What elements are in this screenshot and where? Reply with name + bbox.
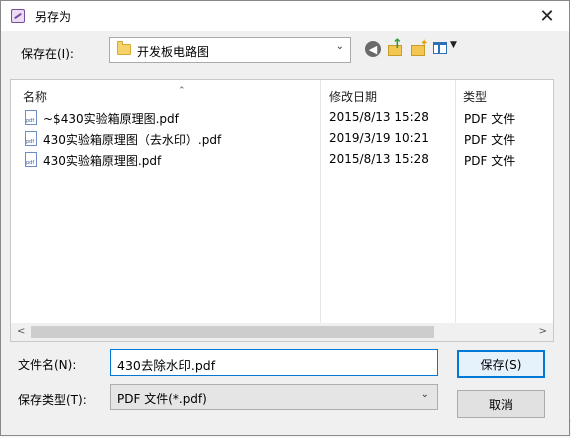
- sort-ascending-icon: ⌃: [178, 86, 186, 96]
- dialog-title: 另存为: [35, 10, 72, 24]
- title-bar[interactable]: 另存为 ✕: [1, 1, 569, 31]
- up-arrow-icon: ↑: [392, 37, 403, 52]
- save-in-combo[interactable]: 开发板电路图 ⌄: [109, 37, 351, 63]
- pdf-file-icon: [25, 110, 37, 125]
- back-icon: ◀: [368, 42, 378, 56]
- column-header-name[interactable]: 名称 ⌃: [23, 86, 186, 105]
- scrollbar-thumb[interactable]: [31, 326, 434, 338]
- folder-icon: [117, 41, 131, 55]
- new-folder-button[interactable]: ✦: [410, 38, 429, 58]
- horizontal-scrollbar[interactable]: < >: [11, 323, 553, 341]
- filename-input[interactable]: 430去除水印.pdf: [110, 349, 438, 376]
- file-modified: 2015/8/13 15:28: [329, 152, 429, 166]
- view-menu-icon: [433, 42, 447, 54]
- save-in-label: 保存在(I):: [21, 47, 74, 61]
- close-icon: ✕: [539, 5, 555, 27]
- file-modified: 2019/3/19 10:21: [329, 131, 429, 145]
- file-row[interactable]: 430实验箱原理图.pdf 2015/8/13 15:28 PDF 文件: [23, 150, 543, 170]
- chevron-down-icon: ⌄: [420, 389, 429, 400]
- file-row[interactable]: 430实验箱原理图（去水印）.pdf 2019/3/19 10:21 PDF 文…: [23, 129, 543, 149]
- file-name: 430实验箱原理图（去水印）.pdf: [43, 133, 222, 147]
- scroll-right-icon[interactable]: >: [539, 326, 547, 337]
- file-type: PDF 文件: [464, 112, 516, 126]
- view-menu-button[interactable]: ▼: [433, 40, 461, 58]
- save-in-value: 开发板电路图: [137, 45, 210, 59]
- file-modified: 2015/8/13 15:28: [329, 110, 429, 124]
- file-list[interactable]: 名称 ⌃ 修改日期 类型 ~$430实验箱原理图.pdf 2015/8/13 1…: [10, 79, 554, 342]
- cancel-button[interactable]: 取消: [457, 390, 545, 418]
- filetype-select[interactable]: PDF 文件(*.pdf) ⌄: [110, 384, 438, 410]
- view-dropdown-icon: ▼: [450, 40, 457, 50]
- up-folder-button[interactable]: ↑: [387, 37, 405, 58]
- chevron-down-icon: ⌄: [335, 41, 344, 52]
- column-header-modified[interactable]: 修改日期: [329, 88, 377, 105]
- filetype-value: PDF 文件(*.pdf): [117, 392, 207, 406]
- file-name: ~$430实验箱原理图.pdf: [43, 112, 179, 126]
- file-row[interactable]: ~$430实验箱原理图.pdf 2015/8/13 15:28 PDF 文件: [23, 108, 543, 128]
- pdf-file-icon: [25, 152, 37, 167]
- file-type: PDF 文件: [464, 133, 516, 147]
- pdf-file-icon: [25, 131, 37, 146]
- close-button[interactable]: ✕: [531, 1, 563, 31]
- file-name: 430实验箱原理图.pdf: [43, 154, 162, 168]
- file-type: PDF 文件: [464, 154, 516, 168]
- filename-label: 文件名(N):: [18, 358, 77, 372]
- column-header-type[interactable]: 类型: [463, 88, 487, 105]
- sparkle-icon: ✦: [420, 38, 429, 49]
- scroll-left-icon[interactable]: <: [17, 326, 25, 337]
- app-icon: [11, 9, 25, 23]
- filename-value: 430去除水印.pdf: [117, 358, 216, 373]
- filetype-label: 保存类型(T):: [18, 393, 87, 407]
- save-as-dialog: 另存为 ✕ 保存在(I): 开发板电路图 ⌄ ◀ ↑ ✦ ▼ 名称 ⌃ 修改日期…: [0, 0, 570, 436]
- back-button[interactable]: ◀: [365, 41, 381, 57]
- save-button[interactable]: 保存(S): [457, 350, 545, 378]
